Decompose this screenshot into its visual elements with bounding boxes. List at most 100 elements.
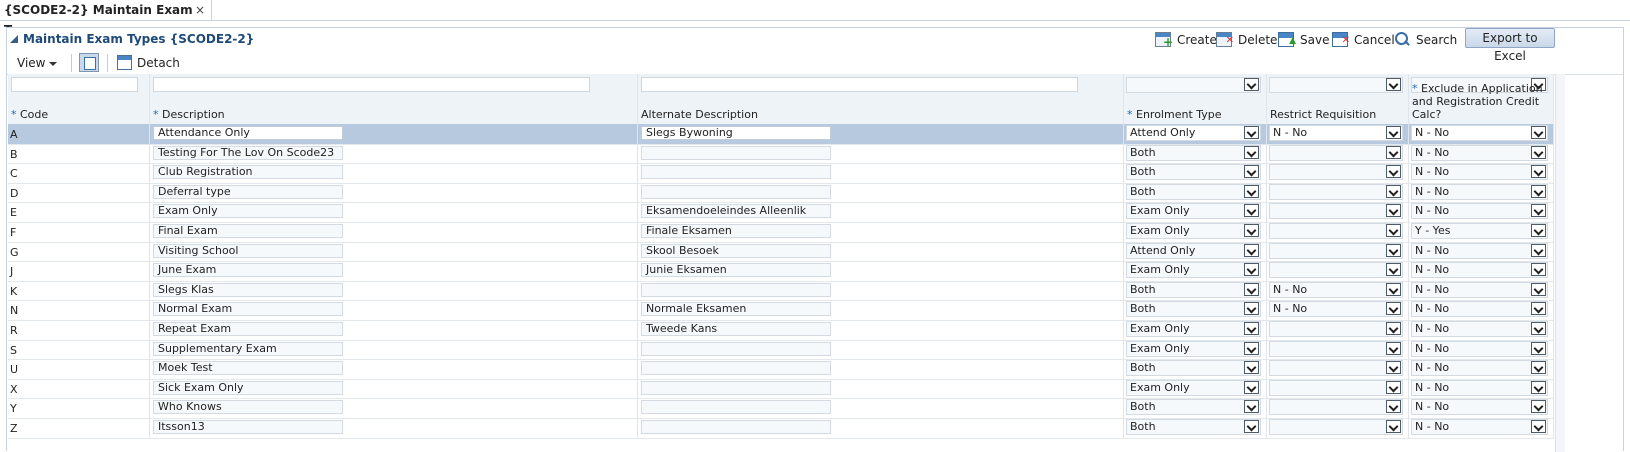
chevron-down-icon[interactable] [1244, 282, 1259, 296]
table-row[interactable]: F Final Exam Finale Eksamen Exam Only Y - Ye… [8, 222, 1554, 243]
query-by-example-toggle-icon[interactable] [79, 53, 99, 72]
table-row[interactable]: A Attendance Only Slegs Bywoning Attend Onl… [8, 124, 1554, 145]
enrolment-type-select[interactable]: Attend Only [1126, 242, 1261, 259]
enrolment-type-select[interactable]: Both [1126, 144, 1261, 161]
enrolment-type-select[interactable]: Exam Only [1126, 262, 1261, 279]
chevron-down-icon[interactable] [1244, 302, 1259, 316]
chevron-down-icon[interactable] [1244, 420, 1259, 433]
exclude-credit-calc-select[interactable]: N - No [1411, 203, 1548, 220]
description-input[interactable]: Normal Exam [153, 302, 343, 317]
column-header-exclude-credit-calc[interactable]: * Exclude in Application and Registratio… [1412, 82, 1547, 121]
enrolment-type-select[interactable]: Both [1126, 281, 1261, 298]
chevron-down-icon[interactable] [1244, 341, 1259, 355]
exclude-credit-calc-select[interactable]: Y - Yes [1411, 223, 1548, 239]
column-header-restrict-requisition[interactable]: Restrict Requisition [1270, 108, 1376, 121]
chevron-down-icon[interactable] [1386, 145, 1401, 159]
table-row[interactable]: Y Who Knows Both N - No [8, 398, 1554, 419]
enrolment-type-select[interactable]: Both [1126, 301, 1261, 318]
chevron-down-icon[interactable] [1531, 420, 1546, 433]
exclude-credit-calc-select[interactable]: N - No [1411, 321, 1548, 337]
chevron-down-icon[interactable] [1531, 380, 1546, 394]
restrict-requisition-select[interactable] [1269, 399, 1403, 416]
restrict-requisition-select[interactable]: N - No [1269, 125, 1403, 141]
enrolment-type-select[interactable]: Exam Only [1126, 203, 1261, 220]
chevron-down-icon[interactable] [1386, 204, 1401, 218]
restrict-requisition-select[interactable] [1269, 379, 1403, 396]
table-row[interactable]: S Supplementary Exam Exam Only N - No [8, 339, 1554, 361]
close-icon[interactable]: × [195, 0, 205, 20]
detach-button[interactable]: Detach [117, 55, 180, 71]
restrict-requisition-select[interactable] [1269, 144, 1403, 161]
restrict-requisition-select[interactable] [1269, 262, 1403, 279]
chevron-down-icon[interactable] [1386, 126, 1401, 139]
chevron-down-icon[interactable] [1386, 243, 1401, 257]
chevron-down-icon[interactable] [1244, 263, 1259, 277]
chevron-down-icon[interactable] [1244, 145, 1259, 159]
chevron-down-icon[interactable] [1244, 380, 1259, 394]
table-row[interactable]: J June Exam Junie Eksamen Exam Only N - No [8, 261, 1554, 282]
exclude-credit-calc-select[interactable]: N - No [1411, 340, 1548, 357]
enrolment-type-select[interactable]: Both [1126, 399, 1261, 416]
description-input[interactable]: Supplementary Exam [153, 341, 343, 356]
chevron-down-icon[interactable] [1386, 361, 1401, 375]
chevron-down-icon[interactable] [1386, 420, 1401, 433]
description-input[interactable]: Repeat Exam [153, 322, 343, 336]
alternate-description-input[interactable]: Tweede Kans [641, 322, 831, 336]
chevron-down-icon[interactable] [1386, 322, 1401, 335]
search-button[interactable]: Search [1394, 31, 1457, 49]
restrict-requisition-select[interactable] [1269, 183, 1403, 200]
restrict-requisition-select[interactable] [1269, 321, 1403, 337]
chevron-down-icon[interactable] [1244, 400, 1259, 414]
chevron-down-icon[interactable] [1531, 165, 1546, 179]
vertical-scrollbar[interactable] [1555, 74, 1565, 452]
filter-input-alternate-description[interactable] [641, 77, 1078, 92]
tab-maintain-exam-types[interactable]: {SCODE2-2} Maintain Exam Types × [0, 0, 212, 37]
table-row[interactable]: Z Itsson13 Both N - No [8, 418, 1554, 439]
chevron-down-icon[interactable] [1531, 263, 1546, 277]
enrolment-type-select[interactable]: Both [1126, 360, 1261, 377]
table-row[interactable]: U Moek Test Both N - No [8, 359, 1554, 380]
column-header-alternate-description[interactable]: Alternate Description [641, 108, 758, 121]
chevron-down-icon[interactable] [1244, 184, 1259, 198]
exclude-credit-calc-select[interactable]: N - No [1411, 262, 1548, 279]
exclude-credit-calc-select[interactable]: N - No [1411, 183, 1548, 200]
alternate-description-input[interactable] [641, 145, 831, 160]
table-row[interactable]: B Testing For The Lov On Scode23 Both N - N… [8, 143, 1554, 165]
exclude-credit-calc-select[interactable]: N - No [1411, 360, 1548, 377]
view-menu[interactable]: View [17, 56, 58, 70]
alternate-description-input[interactable]: Slegs Bywoning [641, 126, 831, 140]
enrolment-type-select[interactable]: Both [1126, 183, 1261, 200]
chevron-down-icon[interactable] [1531, 302, 1546, 316]
chevron-down-icon[interactable] [1244, 224, 1259, 237]
restrict-requisition-select[interactable] [1269, 223, 1403, 239]
chevron-down-icon[interactable] [1531, 204, 1546, 218]
table-row[interactable]: N Normal Exam Normale Eksamen Both N - No N -… [8, 300, 1554, 321]
description-input[interactable]: Visiting School [153, 243, 343, 258]
enrolment-type-select[interactable]: Both [1126, 164, 1261, 181]
enrolment-type-select[interactable]: Exam Only [1126, 379, 1261, 396]
enrolment-type-select[interactable]: Attend Only [1126, 125, 1261, 141]
chevron-down-icon[interactable] [1244, 243, 1259, 257]
restrict-requisition-select[interactable]: N - No [1269, 281, 1403, 298]
filter-input-code[interactable] [11, 77, 138, 92]
table-row[interactable]: D Deferral type Both N - No [8, 182, 1554, 204]
alternate-description-input[interactable] [641, 380, 831, 395]
exclude-credit-calc-select[interactable]: N - No [1411, 301, 1548, 318]
alternate-description-input[interactable] [641, 420, 831, 434]
table-row[interactable]: C Club Registration Both N - No [8, 163, 1554, 184]
exclude-credit-calc-select[interactable]: N - No [1411, 399, 1548, 416]
alternate-description-input[interactable] [641, 165, 831, 180]
chevron-down-icon[interactable] [1386, 224, 1401, 237]
description-input[interactable]: Slegs Klas [153, 282, 343, 297]
chevron-down-icon[interactable] [1244, 78, 1259, 91]
alternate-description-input[interactable]: Eksamendoeleindes Alleenlik [641, 204, 831, 219]
chevron-down-icon[interactable] [1386, 341, 1401, 355]
description-input[interactable]: Testing For The Lov On Scode23 [153, 145, 343, 160]
chevron-down-icon[interactable] [1386, 263, 1401, 277]
alternate-description-input[interactable] [641, 184, 831, 199]
table-row[interactable]: K Slegs Klas Both N - No N - No [8, 280, 1554, 302]
description-input[interactable]: Moek Test [153, 361, 343, 376]
chevron-down-icon[interactable] [1531, 184, 1546, 198]
exclude-credit-calc-select[interactable]: N - No [1411, 125, 1548, 141]
exclude-credit-calc-select[interactable]: N - No [1411, 281, 1548, 298]
